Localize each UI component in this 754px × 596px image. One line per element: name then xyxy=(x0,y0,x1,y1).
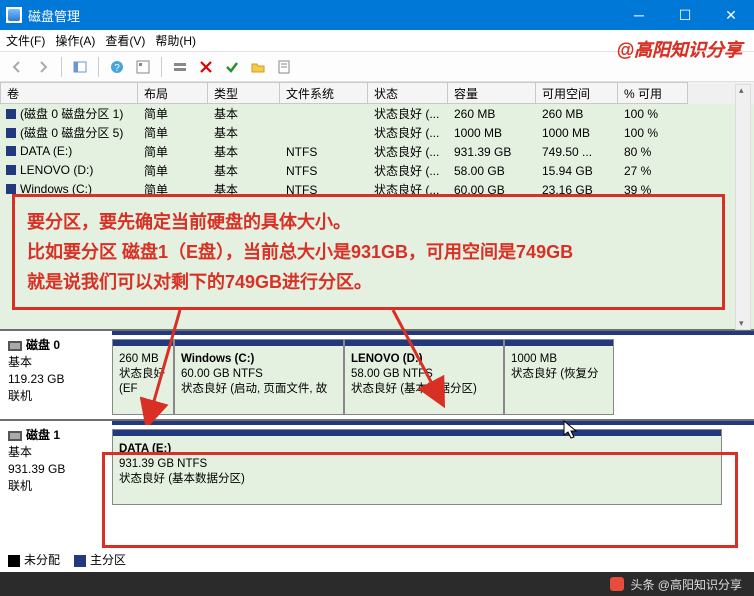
scrollbar-vertical[interactable] xyxy=(735,84,751,330)
new-folder-icon[interactable] xyxy=(247,56,269,78)
disk0-type: 基本 xyxy=(8,354,104,371)
disk-list-icon[interactable] xyxy=(169,56,191,78)
disk1-section: 磁盘 1 基本 931.39 GB 联机 DATA (E:) 931.39 GB… xyxy=(0,419,754,509)
col-volume[interactable]: 卷 xyxy=(0,82,138,104)
grid-header: 卷 布局 类型 文件系统 状态 容量 可用空间 % 可用 xyxy=(0,82,754,104)
menu-file[interactable]: 文件(F) xyxy=(6,32,45,49)
back-icon[interactable] xyxy=(6,56,28,78)
legend-unalloc: 未分配 xyxy=(24,553,60,567)
delete-icon[interactable] xyxy=(195,56,217,78)
disk1-name: 磁盘 1 xyxy=(26,427,60,444)
properties-icon[interactable] xyxy=(273,56,295,78)
minimize-button[interactable]: ─ xyxy=(616,0,662,30)
disk0-part3[interactable]: 1000 MB 状态良好 (恢复分 xyxy=(504,339,614,415)
col-layout[interactable]: 布局 xyxy=(138,82,208,104)
disk0-size: 119.23 GB xyxy=(8,371,104,388)
menu-help[interactable]: 帮助(H) xyxy=(155,32,196,49)
forward-icon[interactable] xyxy=(32,56,54,78)
maximize-button[interactable]: ☐ xyxy=(662,0,708,30)
disk-icon xyxy=(8,341,22,351)
legend-primary-swatch xyxy=(74,555,86,567)
disk-management-icon xyxy=(6,7,22,23)
volume-row[interactable]: (磁盘 0 磁盘分区 1)简单基本状态良好 (...260 MB260 MB10… xyxy=(0,104,754,123)
col-fs[interactable]: 文件系统 xyxy=(280,82,368,104)
disk0-info: 磁盘 0 基本 119.23 GB 联机 xyxy=(0,331,112,419)
disk0-part1[interactable]: Windows (C:) 60.00 GB NTFS 状态良好 (启动, 页面文… xyxy=(174,339,344,415)
footer-text: 头条 @高阳知识分享 xyxy=(630,576,742,593)
disk1-size: 931.39 GB xyxy=(8,461,104,478)
col-free[interactable]: 可用空间 xyxy=(536,82,618,104)
menu-action[interactable]: 操作(A) xyxy=(55,32,95,49)
disk0-name: 磁盘 0 xyxy=(26,337,60,354)
close-button[interactable]: ✕ xyxy=(708,0,754,30)
annotation-line1: 要分区，要先确定当前硬盘的具体大小。 xyxy=(27,207,710,237)
disk1-type: 基本 xyxy=(8,444,104,461)
window-controls: ─ ☐ ✕ xyxy=(616,0,754,30)
footer-watermark: 头条 @高阳知识分享 xyxy=(0,572,754,596)
titlebar: 磁盘管理 ─ ☐ ✕ xyxy=(0,0,754,30)
col-capacity[interactable]: 容量 xyxy=(448,82,536,104)
disk0-part2[interactable]: LENOVO (D:) 58.00 GB NTFS 状态良好 (基本数据分区) xyxy=(344,339,504,415)
legend-primary: 主分区 xyxy=(90,553,126,567)
disk0-state: 联机 xyxy=(8,388,104,405)
volume-row[interactable]: DATA (E:)简单基本NTFS状态良好 (...931.39 GB749.5… xyxy=(0,142,754,161)
annotation-box: 要分区，要先确定当前硬盘的具体大小。 比如要分区 磁盘1（E盘），当前总大小是9… xyxy=(12,194,725,310)
disk1-info: 磁盘 1 基本 931.39 GB 联机 xyxy=(0,421,112,509)
disk0-section: 磁盘 0 基本 119.23 GB 联机 260 MB 状态良好 (EF Win… xyxy=(0,329,754,419)
annotation-line3: 就是说我们可以对剩下的749GB进行分区。 xyxy=(27,267,710,297)
disk-icon xyxy=(8,431,22,441)
toutiao-logo-icon xyxy=(610,577,624,591)
volume-row[interactable]: (磁盘 0 磁盘分区 5)简单基本状态良好 (...1000 MB1000 MB… xyxy=(0,123,754,142)
menu-view[interactable]: 查看(V) xyxy=(105,32,145,49)
svg-text:?: ? xyxy=(114,63,120,74)
volume-row[interactable]: LENOVO (D:)简单基本NTFS状态良好 (...58.00 GB15.9… xyxy=(0,161,754,180)
panel-icon[interactable] xyxy=(69,56,91,78)
help-icon[interactable]: ? xyxy=(106,56,128,78)
legend: 未分配 主分区 xyxy=(8,551,126,568)
disk1-state: 联机 xyxy=(8,478,104,495)
options-icon[interactable] xyxy=(132,56,154,78)
col-type[interactable]: 类型 xyxy=(208,82,280,104)
watermark-top: @高阳知识分享 xyxy=(616,36,742,62)
disk1-part0[interactable]: DATA (E:) 931.39 GB NTFS 状态良好 (基本数据分区) xyxy=(112,429,722,505)
col-pct[interactable]: % 可用 xyxy=(618,82,688,104)
legend-unalloc-swatch xyxy=(8,555,20,567)
col-status[interactable]: 状态 xyxy=(368,82,448,104)
annotation-line2: 比如要分区 磁盘1（E盘），当前总大小是931GB，可用空间是749GB xyxy=(27,237,710,267)
disk0-part0[interactable]: 260 MB 状态良好 (EF xyxy=(112,339,174,415)
window-title: 磁盘管理 xyxy=(28,6,616,25)
check-icon[interactable] xyxy=(221,56,243,78)
